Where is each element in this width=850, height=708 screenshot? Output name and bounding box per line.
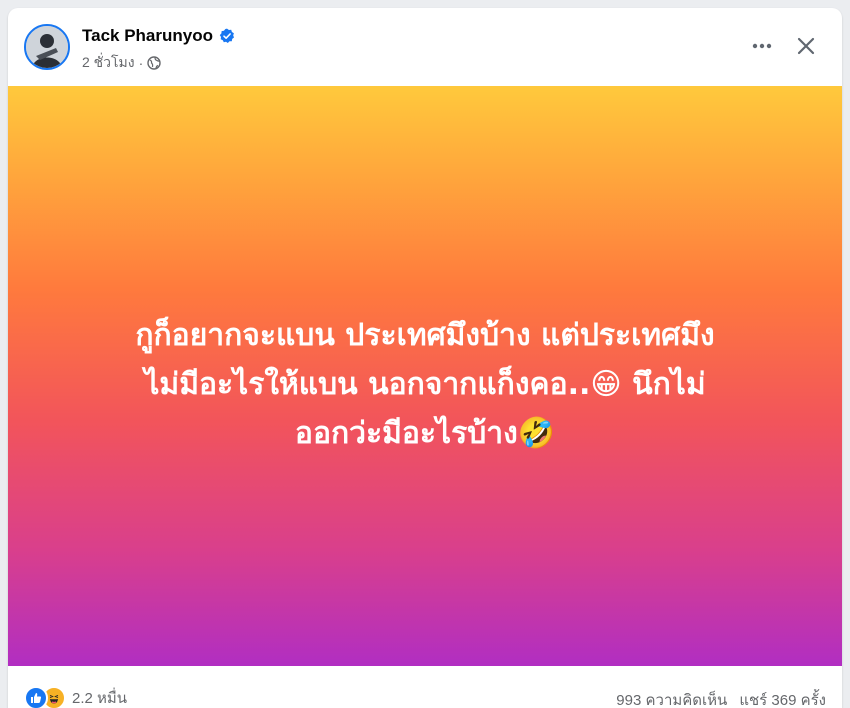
post-header: Tack Pharunyoo 2 ชั่วโมง · (8, 8, 842, 84)
reaction-count: 2.2 หมื่น (72, 690, 128, 707)
close-icon (797, 37, 815, 55)
post-stats: 993 ความคิดเห็น แชร์ 369 ครั้ง (616, 688, 826, 708)
post-card: Tack Pharunyoo 2 ชั่วโมง · กูก็อยากจะแบน… (8, 8, 842, 708)
close-button[interactable] (788, 28, 824, 64)
post-background: กูก็อยากจะแบน ประเทศมึงบ้าง แต่ประเทศมึง… (8, 86, 842, 666)
author-row: Tack Pharunyoo (82, 26, 235, 46)
avatar[interactable] (24, 24, 70, 70)
post-footer: 2.2 หมื่น 993 ความคิดเห็น แชร์ 369 ครั้ง (8, 666, 842, 708)
share-count[interactable]: แชร์ 369 ครั้ง (739, 688, 826, 708)
verified-badge-icon (219, 28, 235, 44)
meta-separator: · (138, 55, 144, 71)
post-time[interactable]: 2 ชั่วโมง (82, 52, 135, 74)
more-dots-icon (752, 43, 772, 49)
more-options-button[interactable] (744, 28, 780, 64)
globe-icon (147, 56, 161, 70)
post-meta: 2 ชั่วโมง · (82, 52, 161, 74)
avatar-image (26, 26, 68, 68)
post-text: กูก็อยากจะแบน ประเทศมึงบ้าง แต่ประเทศมึง… (135, 318, 715, 451)
like-icon (24, 686, 48, 708)
reactions-summary[interactable]: 2.2 หมื่น (24, 686, 127, 708)
author-name[interactable]: Tack Pharunyoo (82, 26, 213, 46)
comment-count[interactable]: 993 ความคิดเห็น (616, 688, 727, 708)
